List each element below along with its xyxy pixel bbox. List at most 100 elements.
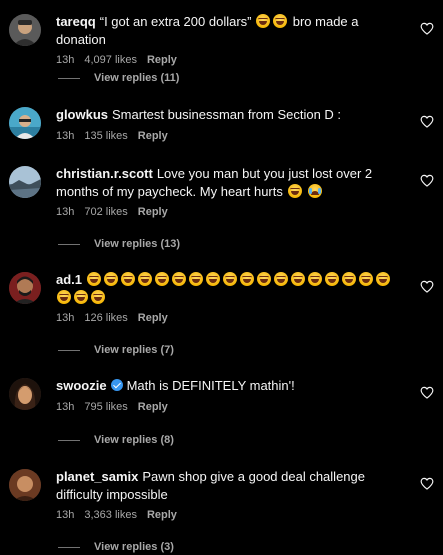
comment-body: glowkus Smartest businessman from Section… [56,106,406,144]
laugh-emoji [104,272,119,286]
comment-meta: 13h 3,363 likes Reply [56,508,406,523]
comment-time: 13h [56,206,75,219]
comment-time: 13h [56,509,75,522]
reply-button[interactable]: Reply [138,401,168,413]
comment-body: planet_samix Pawn shop give a good deal c… [56,468,406,523]
comment-likes[interactable]: 126 likes [84,312,127,324]
comment-meta: 13h 795 likes Reply [56,400,406,415]
comment-body: swoozie Math is DEFINITELY mathin'! 13h 79… [56,377,406,415]
avatar-image [9,272,41,304]
like-heart-icon[interactable] [420,386,434,399]
crying-laugh-emoji [308,183,323,198]
avatar-image [9,166,41,198]
laugh-emoji [57,289,71,304]
view-replies-button[interactable]: View replies (7) [58,343,174,358]
laugh-emoji [359,272,374,286]
laugh-emoji [291,272,306,286]
comment-likes[interactable]: 135 likes [84,130,127,142]
like-heart-icon[interactable] [420,115,434,128]
like-heart-icon[interactable] [420,280,434,293]
reply-button[interactable]: Reply [138,130,168,142]
comment-likes[interactable]: 4,097 likes [84,54,137,66]
like-heart-icon[interactable] [420,22,434,35]
comment-text: Smartest businessman from Section D : [112,107,342,122]
comment-meta: 13h 135 likes Reply [56,129,406,144]
comment-meta: 13h 4,097 likes Reply [56,53,406,68]
avatar-image [9,378,41,410]
avatar[interactable] [9,14,41,46]
avatar-image [9,107,41,139]
comment-text: “I got an extra 200 dollars” [99,14,252,29]
laugh-emoji [172,272,187,286]
username[interactable]: swoozie [56,378,107,393]
username[interactable]: glowkus [56,107,108,122]
laugh-emoji [274,272,289,286]
comment-likes[interactable]: 702 likes [84,206,127,218]
avatar[interactable] [9,469,41,501]
view-replies-button[interactable]: View replies (13) [58,237,180,252]
view-replies-label: View replies (3) [94,541,174,553]
comments-list: tareqq “I got an extra 200 dollars” bro m… [0,0,443,553]
comment-text-line: swoozie Math is DEFINITELY mathin'! [56,377,406,395]
divider-line [58,243,80,245]
view-replies-label: View replies (7) [94,344,174,356]
view-replies-label: View replies (8) [94,434,174,446]
comment-text-line: ad.1 [56,271,406,306]
comment-time: 13h [56,129,75,142]
laugh-emoji [74,289,88,304]
comment-body: christian.r.scott Love you man but you ju… [56,165,406,220]
avatar[interactable] [9,378,41,410]
reply-button[interactable]: Reply [138,312,168,324]
reply-button[interactable]: Reply [147,509,177,521]
laugh-emoji [342,272,357,286]
username[interactable]: tareqq [56,14,96,29]
reply-button[interactable]: Reply [147,54,177,66]
laugh-emoji [257,272,272,286]
laugh-emoji [287,183,302,198]
avatar-image [9,14,41,46]
comment-time: 13h [56,54,75,67]
laugh-emoji [376,272,391,286]
comment-text-line: planet_samix Pawn shop give a good deal c… [56,468,406,503]
laugh-emoji [155,272,170,286]
like-heart-icon[interactable] [420,477,434,490]
laugh-emoji [189,272,204,286]
username[interactable]: ad.1 [56,272,82,287]
divider-line [58,77,80,79]
comment-text: Math is DEFINITELY mathin'! [126,378,295,393]
comment-text-line: christian.r.scott Love you man but you ju… [56,165,406,200]
laugh-emoji [91,289,105,304]
comment-time: 13h [56,400,75,413]
view-replies-button[interactable]: View replies (8) [58,433,174,448]
view-replies-button[interactable]: View replies (3) [58,540,174,555]
view-replies-label: View replies (11) [94,72,180,84]
comment-meta: 13h 702 likes Reply [56,205,406,220]
view-replies-label: View replies (13) [94,238,181,250]
avatar[interactable] [9,272,41,304]
comment-likes[interactable]: 795 likes [84,401,127,413]
avatar[interactable] [9,107,41,139]
laugh-emoji [206,272,221,286]
divider-line [58,349,80,351]
avatar-image [9,469,41,501]
reply-button[interactable]: Reply [138,206,168,218]
laugh-emoji [308,272,323,286]
divider-line [58,439,80,441]
laugh-emoji [121,272,136,286]
verified-badge-icon [110,379,123,391]
laugh-emoji [325,272,340,286]
comment-text-line: glowkus Smartest businessman from Section… [56,106,406,124]
view-replies-button[interactable]: View replies (11) [58,71,179,86]
laugh-emoji [273,14,288,28]
laugh-emoji [240,272,255,286]
comment-body: ad.1 13h 126 likes Reply [56,271,406,326]
laugh-emoji [223,272,238,286]
avatar[interactable] [9,166,41,198]
username[interactable]: planet_samix [56,469,138,484]
like-heart-icon[interactable] [420,174,434,187]
comment-likes[interactable]: 3,363 likes [84,509,137,521]
username[interactable]: christian.r.scott [56,166,153,181]
laugh-emoji [87,272,102,286]
laugh-emoji [256,14,271,28]
comment-body: tareqq “I got an extra 200 dollars” bro m… [56,13,406,68]
